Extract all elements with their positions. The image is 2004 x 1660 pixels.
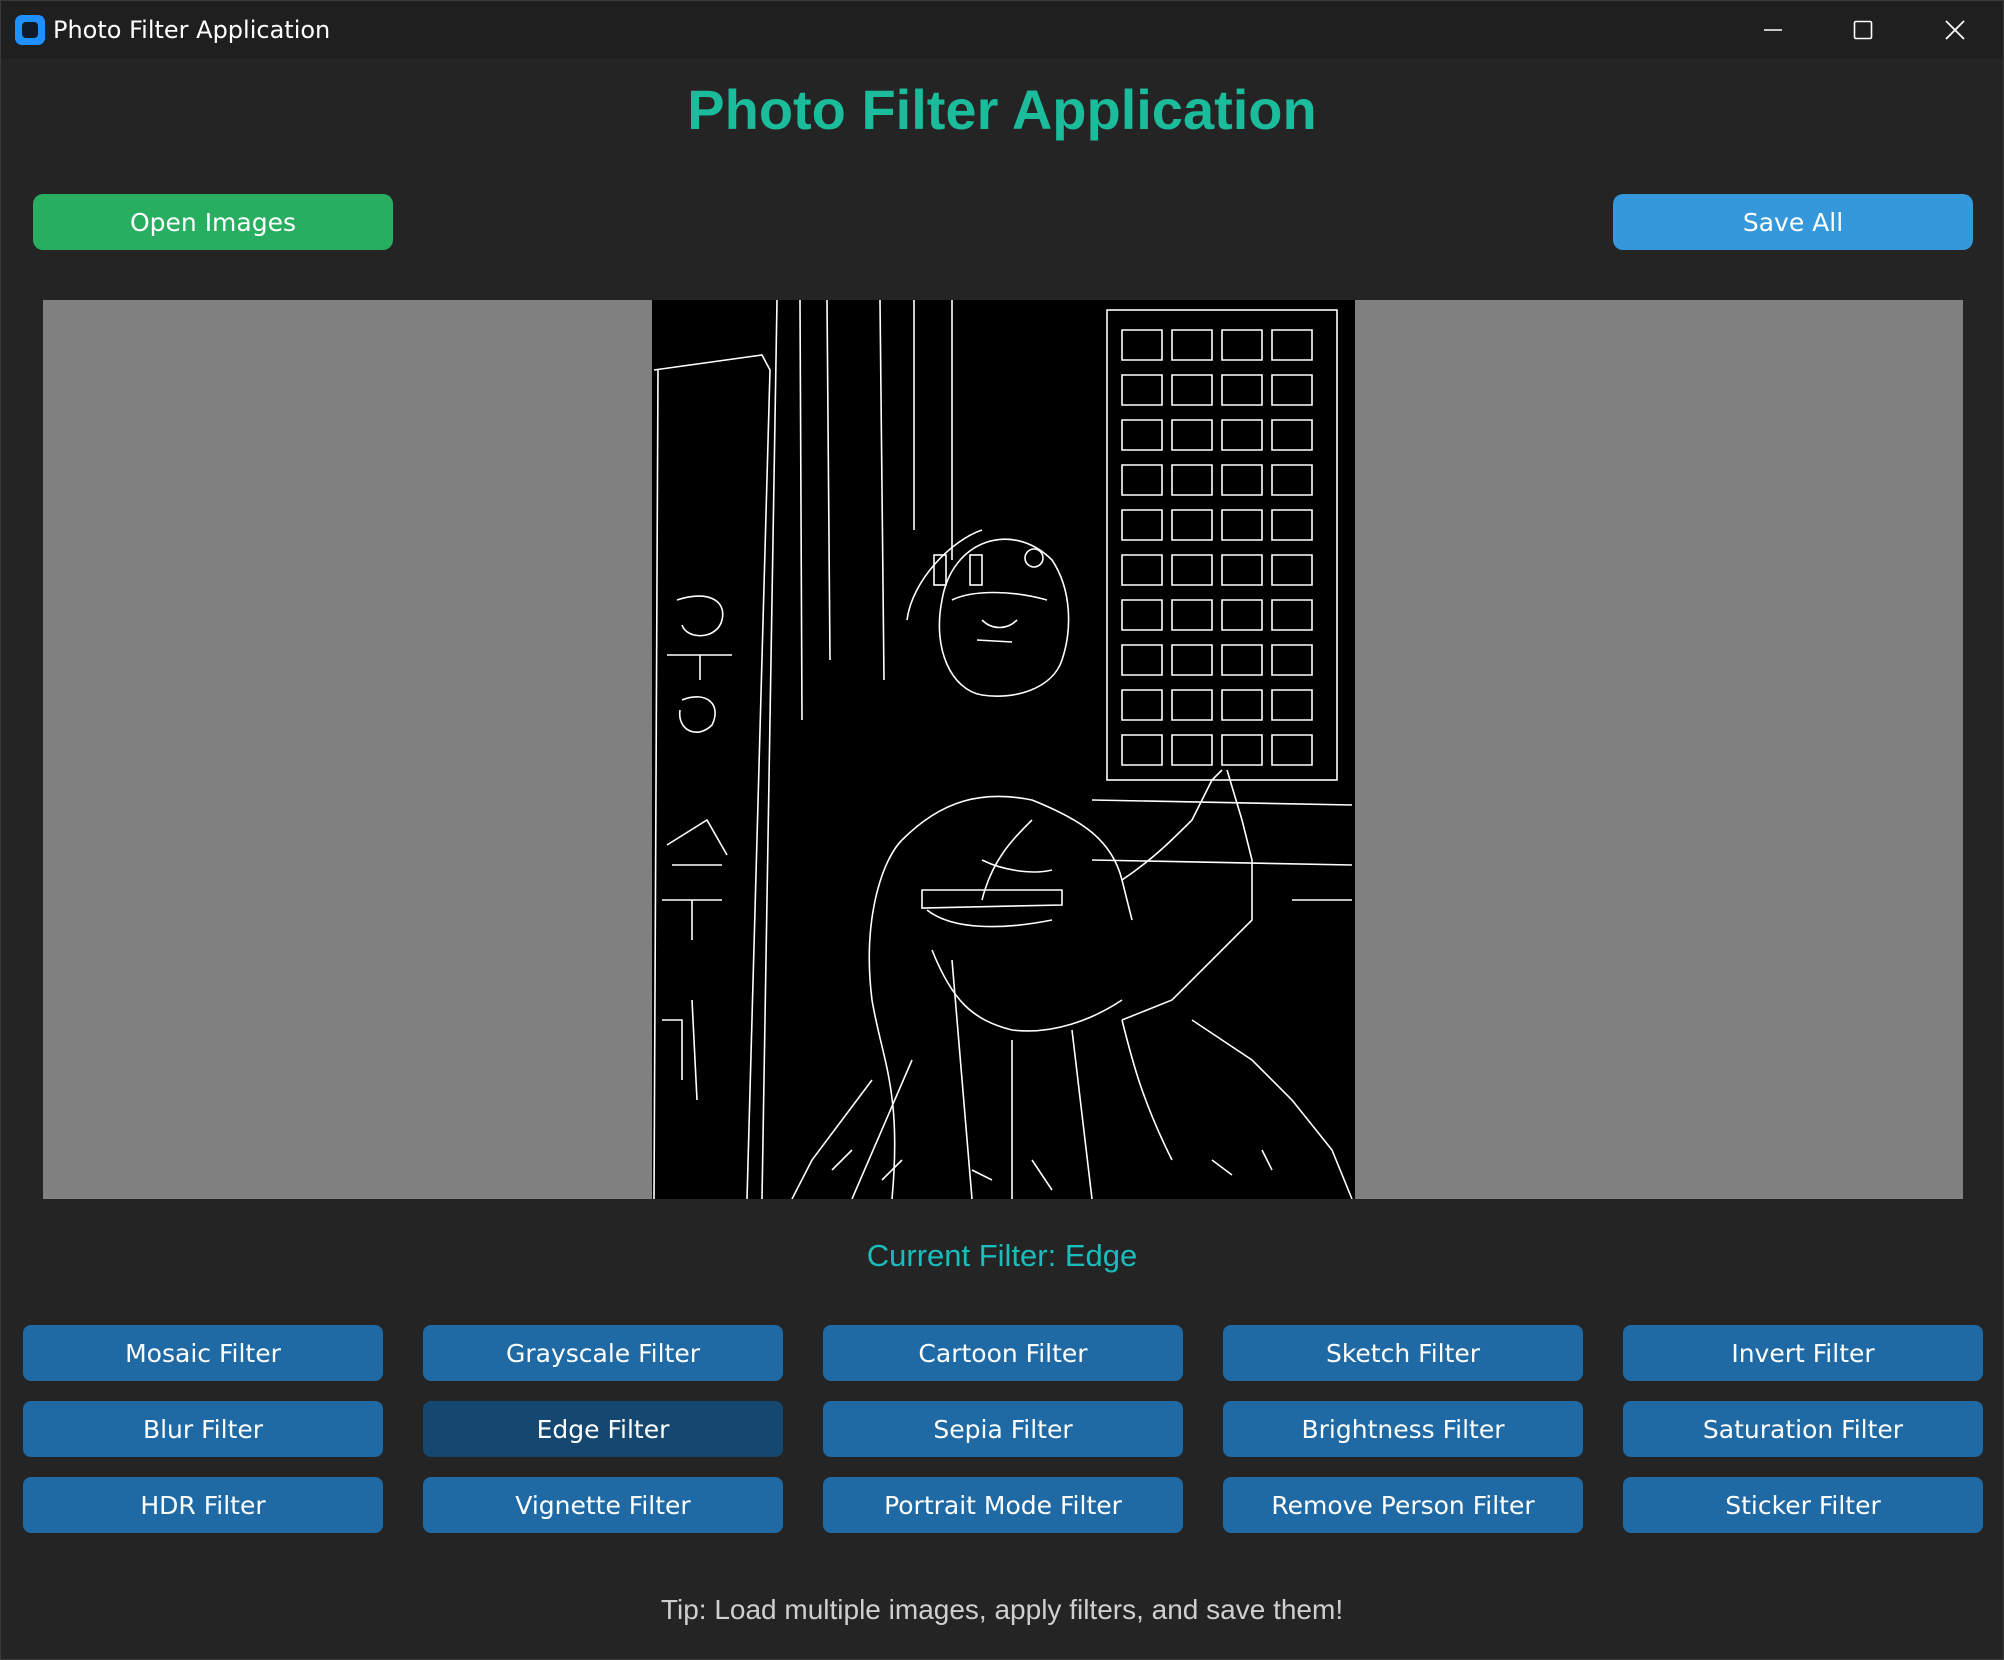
close-button[interactable] — [1909, 1, 2001, 59]
preview-photo — [652, 300, 1355, 1199]
maximize-icon — [1853, 20, 1873, 40]
edge-filtered-photo — [653, 300, 1353, 1199]
mosaic-filter-button[interactable]: Mosaic Filter — [23, 1325, 383, 1381]
edge-filter-button[interactable]: Edge Filter — [423, 1401, 783, 1457]
hdr-filter-button[interactable]: HDR Filter — [23, 1477, 383, 1533]
maximize-button[interactable] — [1817, 1, 1909, 59]
sepia-filter-button[interactable]: Sepia Filter — [823, 1401, 1183, 1457]
grayscale-filter-button[interactable]: Grayscale Filter — [423, 1325, 783, 1381]
blur-filter-button[interactable]: Blur Filter — [23, 1401, 383, 1457]
cartoon-filter-button[interactable]: Cartoon Filter — [823, 1325, 1183, 1381]
close-icon — [1945, 20, 1965, 40]
sketch-filter-button[interactable]: Sketch Filter — [1223, 1325, 1583, 1381]
vignette-filter-button[interactable]: Vignette Filter — [423, 1477, 783, 1533]
app-logo-icon — [15, 15, 45, 45]
current-filter-label: Current Filter: Edge — [866, 1238, 1138, 1273]
page-title: Photo Filter Application — [687, 78, 1317, 141]
remove-person-filter-button[interactable]: Remove Person Filter — [1223, 1477, 1583, 1533]
saturation-filter-button[interactable]: Saturation Filter — [1623, 1401, 1983, 1457]
app-window: Photo Filter Application Photo Filter Ap… — [0, 0, 2004, 1660]
sticker-filter-button[interactable]: Sticker Filter — [1623, 1477, 1983, 1533]
invert-filter-button[interactable]: Invert Filter — [1623, 1325, 1983, 1381]
save-all-button[interactable]: Save All — [1613, 194, 1973, 250]
portrait-mode-filter-button[interactable]: Portrait Mode Filter — [823, 1477, 1183, 1533]
minimize-icon — [1764, 29, 1782, 31]
window-title: Photo Filter Application — [53, 16, 331, 44]
filter-button-grid: Mosaic Filter Grayscale Filter Cartoon F… — [23, 1325, 1983, 1533]
minimize-button[interactable] — [1727, 1, 1819, 59]
brightness-filter-button[interactable]: Brightness Filter — [1223, 1401, 1583, 1457]
image-preview-area — [43, 300, 1963, 1199]
tip-text: Tip: Load multiple images, apply filters… — [660, 1594, 1344, 1625]
open-images-button[interactable]: Open Images — [33, 194, 393, 250]
title-bar[interactable]: Photo Filter Application — [1, 1, 2003, 59]
